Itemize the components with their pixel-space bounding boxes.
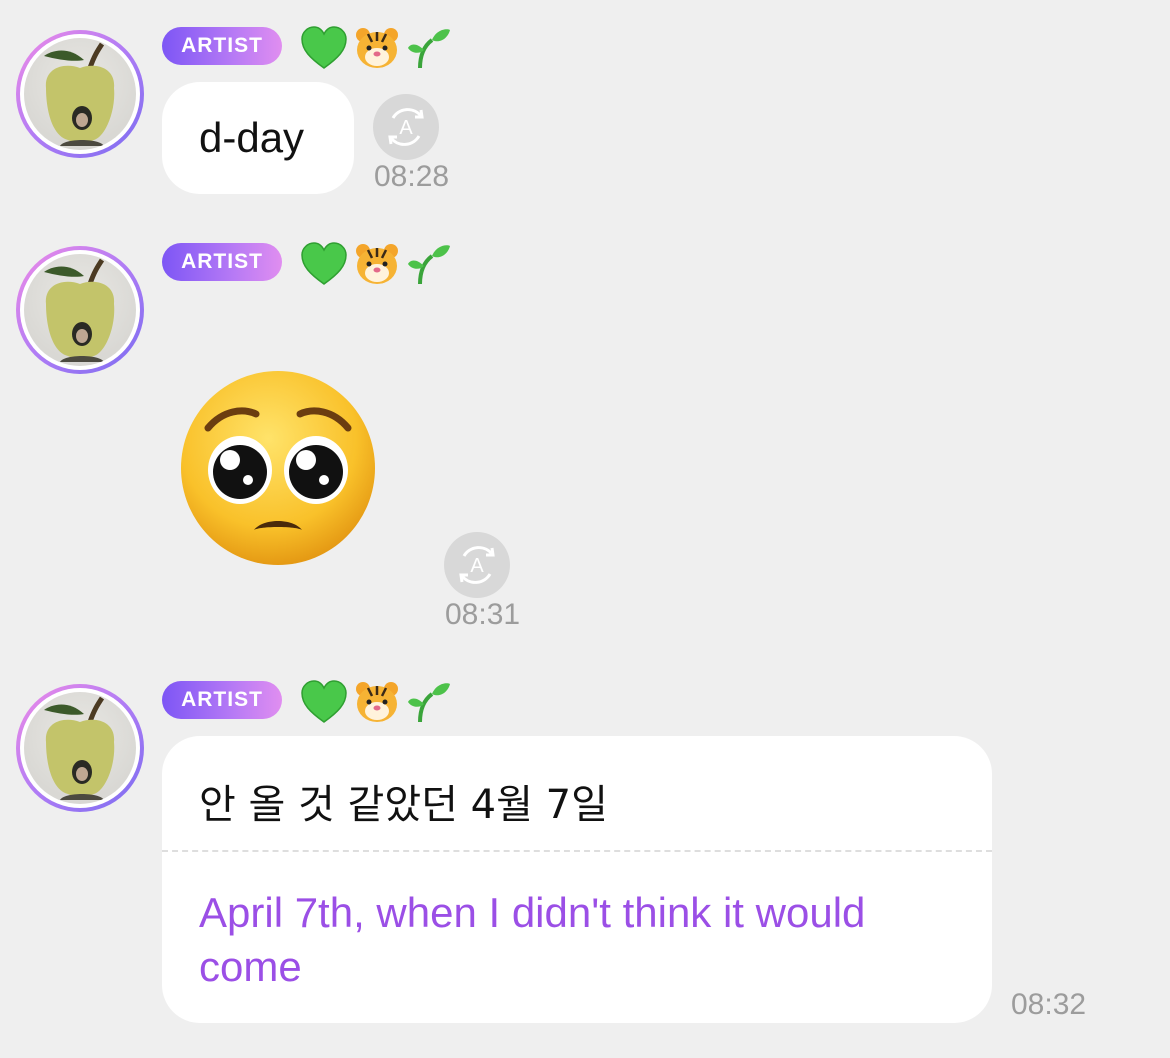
message-time: 08:32 bbox=[1011, 988, 1087, 1021]
tiger-face-icon bbox=[356, 28, 398, 68]
green-heart-icon bbox=[301, 26, 347, 69]
seedling-icon bbox=[408, 29, 450, 69]
artist-avatar[interactable] bbox=[16, 684, 144, 812]
message-text: 안 올 것 같았던 4월 7일 bbox=[199, 782, 608, 828]
translate-icon: A bbox=[388, 108, 424, 146]
translate-icon: A bbox=[459, 546, 495, 584]
artist-avatar[interactable] bbox=[16, 246, 144, 374]
pleading-face-icon[interactable] bbox=[178, 368, 378, 568]
message-time: 08:31 bbox=[445, 598, 521, 631]
artist-badge: ARTIST bbox=[162, 27, 282, 65]
green-heart-icon bbox=[301, 680, 347, 723]
artist-badge: ARTIST bbox=[162, 243, 282, 281]
green-heart-icon bbox=[301, 242, 347, 285]
seedling-icon bbox=[408, 245, 450, 285]
translate-button[interactable]: A bbox=[373, 94, 439, 160]
artist-avatar[interactable] bbox=[16, 30, 144, 158]
translation-text: April 7th, when I didn't think it would … bbox=[199, 889, 866, 990]
tiger-face-icon bbox=[356, 682, 398, 722]
message-bubble[interactable]: d-day bbox=[162, 82, 354, 194]
svg-text:A: A bbox=[399, 117, 413, 139]
message-time: 08:28 bbox=[374, 160, 450, 193]
svg-text:A: A bbox=[470, 555, 484, 577]
message-text: d-day bbox=[199, 114, 305, 161]
tiger-face-icon bbox=[356, 244, 398, 284]
seedling-icon bbox=[408, 683, 450, 723]
artist-badge: ARTIST bbox=[162, 681, 282, 719]
message-bubble[interactable]: 안 올 것 같았던 4월 7일 April 7th, when I didn't… bbox=[162, 736, 992, 1023]
translate-button[interactable]: A bbox=[444, 532, 510, 598]
translation-divider bbox=[162, 850, 992, 852]
